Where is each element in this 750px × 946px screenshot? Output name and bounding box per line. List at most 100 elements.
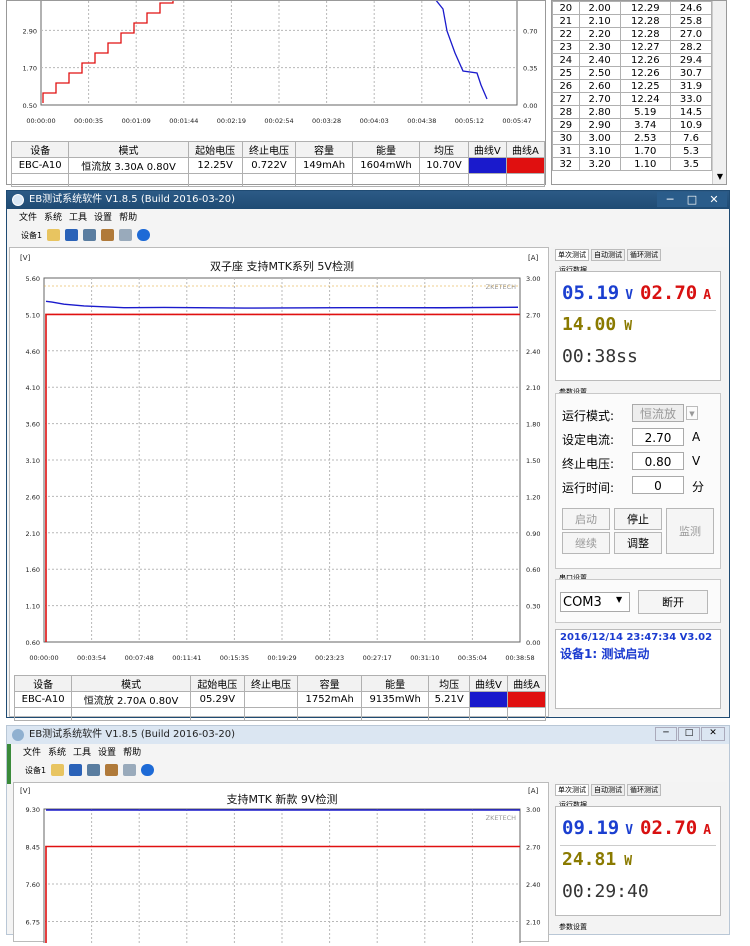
tab-0[interactable]: 单次测试 xyxy=(555,784,589,796)
y-right-tick-label: 0.30 xyxy=(526,603,540,611)
menu-item[interactable]: 文件 xyxy=(19,213,37,223)
log-time: 2016/12/14 23:47:34 V3.02 xyxy=(560,632,716,643)
param-row-input[interactable]: 0.80 xyxy=(632,452,684,470)
table-row[interactable]: 25 2.50 12.26 30.7 xyxy=(553,67,712,80)
x-tick-label: 00:11:41 xyxy=(172,654,201,662)
continue-button[interactable]: 继续 xyxy=(562,532,610,554)
tab-1[interactable]: 自动测试 xyxy=(591,249,625,261)
menu-item[interactable]: 设置 xyxy=(94,213,112,223)
menu-item[interactable]: 帮助 xyxy=(119,213,137,223)
tab-1[interactable]: 自动测试 xyxy=(591,784,625,796)
current-unit: A xyxy=(703,823,711,838)
summary-header-cell: 终止电压 xyxy=(244,676,298,692)
menu-item[interactable]: 设置 xyxy=(98,748,116,758)
lcd-divider xyxy=(560,845,716,846)
table-cell: 12.28 xyxy=(620,28,671,41)
search-icon[interactable] xyxy=(123,764,136,776)
tab-0[interactable]: 单次测试 xyxy=(555,249,589,261)
param-row-input[interactable]: 恒流放 xyxy=(632,404,684,422)
minimize-button[interactable]: ─ xyxy=(655,727,677,741)
mid-window: EB测试系统软件 V1.8.5 (Build 2016-03-20) ─ □ ✕… xyxy=(6,190,730,718)
x-tick-label: 00:27:17 xyxy=(363,654,392,662)
disconnect-button[interactable]: 断开 xyxy=(638,590,708,614)
table-cell: 27.0 xyxy=(671,28,712,41)
search-icon[interactable] xyxy=(119,229,132,241)
table-row[interactable]: 27 2.70 12.24 33.0 xyxy=(553,93,712,106)
param-row-input[interactable]: 0 xyxy=(632,476,684,494)
table-cell: 2.70 xyxy=(579,93,620,106)
save-icon[interactable] xyxy=(65,229,78,241)
close-button[interactable]: ✕ xyxy=(701,192,727,207)
table-row[interactable]: 21 2.10 12.28 25.8 xyxy=(553,15,712,28)
info-icon[interactable] xyxy=(141,764,154,776)
table-cell: 3.74 xyxy=(620,119,671,132)
y-left-unit: [V] xyxy=(20,254,31,262)
summary-header-cell: 曲线V xyxy=(468,142,506,158)
table-cell: 2.53 xyxy=(620,132,671,145)
dropdown-arrow-icon[interactable]: ▼ xyxy=(616,595,622,604)
table-row[interactable]: 24 2.40 12.26 29.4 xyxy=(553,54,712,67)
table-row[interactable]: 30 3.00 2.53 7.6 xyxy=(553,132,712,145)
table-row[interactable]: 28 2.80 5.19 14.5 xyxy=(553,106,712,119)
y-left-tick-label: 9.30 xyxy=(26,806,40,814)
open-folder-icon[interactable] xyxy=(51,764,64,776)
table-row[interactable]: 22 2.20 12.28 27.0 xyxy=(553,28,712,41)
table-cell: 21 xyxy=(553,15,580,28)
adjust-button[interactable]: 调整 xyxy=(614,532,662,554)
x-tick-label: 00:35:04 xyxy=(458,654,487,662)
tab-2[interactable]: 循环测试 xyxy=(627,249,661,261)
y-right-tick-label: 2.10 xyxy=(526,384,540,392)
x-tick-label: 00:02:19 xyxy=(217,117,246,125)
table-cell: 33.0 xyxy=(671,93,712,106)
table-cell: 1.10 xyxy=(620,158,671,171)
com-box: COM3 ▼ 断开 xyxy=(555,579,721,623)
menu-item[interactable]: 工具 xyxy=(69,213,87,223)
close-button[interactable]: ✕ xyxy=(701,727,725,741)
start-button[interactable]: 启动 xyxy=(562,508,610,530)
menu-item[interactable]: 系统 xyxy=(48,748,66,758)
menu-item[interactable]: 帮助 xyxy=(123,748,141,758)
summary-header-cell: 能量 xyxy=(362,676,429,692)
stop-button[interactable]: 停止 xyxy=(614,508,662,530)
table-cell: 12.26 xyxy=(620,67,671,80)
param-row-input[interactable]: 2.70 xyxy=(632,428,684,446)
tools-icon[interactable] xyxy=(105,764,118,776)
maximize-button[interactable]: □ xyxy=(678,727,700,741)
tab-2[interactable]: 循环测试 xyxy=(627,784,661,796)
summary-header-cell: 模式 xyxy=(72,676,191,692)
summary-cell xyxy=(507,708,545,721)
param-box: 运行模式: 恒流放 ▼ 设定电流: 2.70 A 终止电压: 0.80 V 运行时间: 0 分启动 停止… xyxy=(555,393,721,569)
device-icon[interactable] xyxy=(83,229,96,241)
x-tick-label: 00:05:12 xyxy=(455,117,484,125)
device-selector[interactable]: 设备1 xyxy=(21,230,42,241)
device-icon[interactable] xyxy=(87,764,100,776)
summary-cell: 9135mWh xyxy=(362,692,429,708)
monitor-button[interactable]: 监测 xyxy=(666,508,714,554)
device-selector[interactable]: 设备1 xyxy=(25,765,46,776)
param-row-unit: 分 xyxy=(692,478,704,495)
summary-header-cell: 容量 xyxy=(298,676,362,692)
table-row[interactable]: 31 3.10 1.70 5.3 xyxy=(553,145,712,158)
table-row[interactable]: 29 2.90 3.74 10.9 xyxy=(553,119,712,132)
menu-item[interactable]: 文件 xyxy=(23,748,41,758)
summary-header-cell: 曲线A xyxy=(506,142,544,158)
tools-icon[interactable] xyxy=(101,229,114,241)
bottom-window: EB测试系统软件 V1.8.5 (Build 2016-03-20) ─ □ ✕… xyxy=(6,725,730,935)
info-icon[interactable] xyxy=(137,229,150,241)
table-row[interactable]: 32 3.20 1.10 3.5 xyxy=(553,158,712,171)
summary-cell xyxy=(507,692,545,708)
menu-item[interactable]: 工具 xyxy=(73,748,91,758)
table-row[interactable]: 20 2.00 12.29 24.6 xyxy=(553,2,712,15)
summary-cell xyxy=(468,174,506,187)
dropdown-arrow-icon[interactable]: ▼ xyxy=(686,406,698,420)
save-icon[interactable] xyxy=(69,764,82,776)
table-row[interactable]: 26 2.60 12.25 31.9 xyxy=(553,80,712,93)
scroll-down-arrow-icon[interactable]: ▼ xyxy=(715,172,725,182)
table-cell: 30.7 xyxy=(671,67,712,80)
table-row[interactable]: 23 2.30 12.27 28.2 xyxy=(553,41,712,54)
data-table-scrollbar[interactable]: ▼ xyxy=(712,1,726,184)
summary-cell xyxy=(362,708,429,721)
summary-header-cell: 设备 xyxy=(15,676,72,692)
menu-item[interactable]: 系统 xyxy=(44,213,62,223)
open-folder-icon[interactable] xyxy=(47,229,60,241)
